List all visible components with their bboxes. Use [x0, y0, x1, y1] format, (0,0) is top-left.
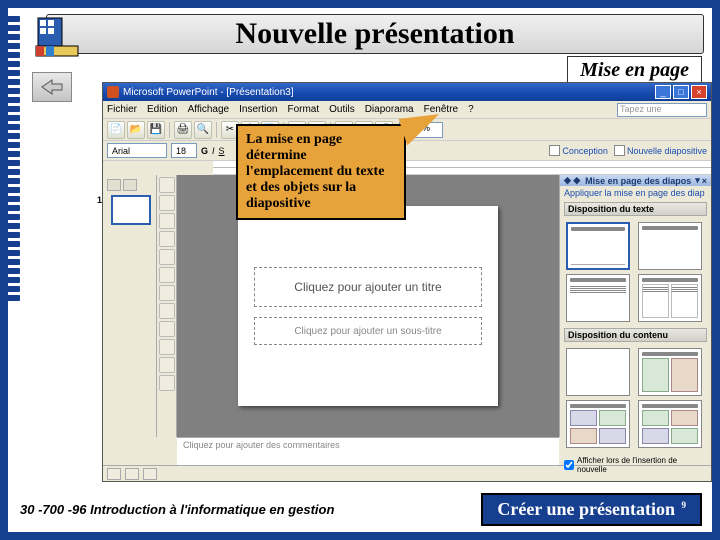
- layout-title-slide[interactable]: [566, 222, 630, 270]
- normal-view-button[interactable]: [107, 468, 121, 480]
- taskpane-close-icon[interactable]: ×: [702, 176, 707, 186]
- window-titlebar: Microsoft PowerPoint - [Présentation3] _…: [103, 83, 711, 101]
- course-code-footer: 30 -700 -96 Introduction à l'informatiqu…: [18, 502, 336, 517]
- taskpane-header: ◆ ◆ Mise en page des diapos ▾ ×: [560, 175, 711, 186]
- print-button[interactable]: 🖨: [174, 121, 192, 139]
- window-title: Microsoft PowerPoint - [Présentation3]: [123, 87, 294, 98]
- explanation-callout: La mise en page détermine l'emplacement …: [236, 124, 406, 220]
- minimize-button[interactable]: _: [655, 85, 671, 99]
- conception-link[interactable]: Conception: [549, 145, 608, 156]
- open-button[interactable]: 📂: [127, 121, 145, 139]
- new-button[interactable]: 📄: [107, 121, 125, 139]
- fill-color-tool[interactable]: [159, 357, 175, 373]
- outline-tab[interactable]: [107, 179, 121, 191]
- course-logo: [32, 14, 82, 60]
- menu-outils[interactable]: Outils: [329, 104, 355, 115]
- menu-help[interactable]: ?: [468, 104, 474, 115]
- oval-tool[interactable]: [159, 285, 175, 301]
- slide-title: Nouvelle présentation: [47, 17, 703, 51]
- ask-question-input[interactable]: Tapez une: [617, 103, 707, 117]
- apply-layout-label: Appliquer la mise en page des diap: [560, 186, 711, 200]
- layout-content[interactable]: [638, 348, 702, 396]
- layout-title-text[interactable]: [566, 274, 630, 322]
- notes-pane[interactable]: Cliquez pour ajouter des commentaires: [177, 437, 559, 465]
- italic-button[interactable]: I: [212, 146, 215, 156]
- layout-two-content[interactable]: [566, 400, 630, 448]
- task-pane: ◆ ◆ Mise en page des diapos ▾ × Applique…: [559, 175, 711, 437]
- layout-two-column-text[interactable]: [638, 274, 702, 322]
- subtitle-placeholder[interactable]: Cliquez pour ajouter un sous-titre: [254, 317, 483, 345]
- left-rail-decor: [4, 8, 22, 532]
- line-tool[interactable]: [159, 231, 175, 247]
- arrow-tool[interactable]: [159, 249, 175, 265]
- show-on-insert-checkbox[interactable]: Afficher lors de l'insertion de nouvelle: [564, 456, 707, 474]
- show-on-insert-input[interactable]: [564, 460, 574, 470]
- section-title-footer: Créer une présentation 9: [481, 493, 702, 526]
- arrow-left-icon: [40, 78, 64, 96]
- rect-tool[interactable]: [159, 267, 175, 283]
- rotate-tool[interactable]: [159, 195, 175, 211]
- thumbnail-number: 1: [97, 195, 102, 205]
- title-placeholder[interactable]: Cliquez pour ajouter un titre: [254, 267, 483, 307]
- font-name-input[interactable]: Arial: [107, 143, 167, 158]
- clipart-tool[interactable]: [159, 339, 175, 355]
- powerpoint-icon: [107, 86, 119, 98]
- sorter-view-button[interactable]: [125, 468, 139, 480]
- page-number: 9: [682, 500, 687, 510]
- bold-button[interactable]: G: [201, 146, 208, 156]
- slide-thumbnail-1[interactable]: [111, 195, 151, 225]
- wordart-tool[interactable]: [159, 321, 175, 337]
- new-slide-link[interactable]: Nouvelle diapositive: [614, 145, 707, 156]
- underline-button[interactable]: S: [219, 146, 225, 156]
- taskpane-dropdown-icon[interactable]: ▾: [695, 175, 700, 186]
- slide-subtitle-box: Mise en page: [567, 56, 702, 85]
- menu-insertion[interactable]: Insertion: [239, 104, 277, 115]
- menu-affichage[interactable]: Affichage: [188, 104, 230, 115]
- layout-blank[interactable]: [566, 348, 630, 396]
- preview-button[interactable]: 🔍: [194, 121, 212, 139]
- font-size-input[interactable]: 18: [171, 143, 197, 158]
- line-color-tool[interactable]: [159, 375, 175, 391]
- back-arrow-button[interactable]: [32, 72, 72, 102]
- slideshow-view-button[interactable]: [143, 468, 157, 480]
- slides-tab[interactable]: [123, 179, 137, 191]
- slide-thumbnail-pane: 1: [103, 175, 157, 437]
- menu-fichier[interactable]: Fichier: [107, 104, 137, 115]
- close-button[interactable]: ×: [691, 85, 707, 99]
- new-slide-icon: [614, 145, 625, 156]
- conception-icon: [549, 145, 560, 156]
- select-tool[interactable]: [159, 177, 175, 193]
- text-layouts-section: Disposition du texte: [564, 202, 707, 216]
- textbox-tool[interactable]: [159, 303, 175, 319]
- vertical-toolbar: [157, 175, 177, 437]
- layout-title-only[interactable]: [638, 222, 702, 270]
- layout-four-content[interactable]: [638, 400, 702, 448]
- menu-edition[interactable]: Edition: [147, 104, 178, 115]
- menu-format[interactable]: Format: [287, 104, 319, 115]
- current-slide: Cliquez pour ajouter un titre Cliquez po…: [238, 206, 498, 406]
- autoshapes-tool[interactable]: [159, 213, 175, 229]
- save-button[interactable]: 💾: [147, 121, 165, 139]
- slide-title-bar: Nouvelle présentation: [46, 14, 704, 54]
- content-layouts-section: Disposition du contenu: [564, 328, 707, 342]
- maximize-button[interactable]: □: [673, 85, 689, 99]
- slide-subtitle: Mise en page: [580, 59, 689, 81]
- menu-diaporama[interactable]: Diaporama: [365, 104, 414, 115]
